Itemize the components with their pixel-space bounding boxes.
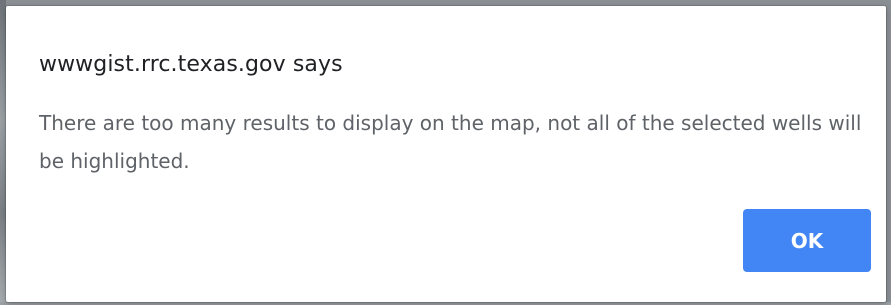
dialog-message: There are too many results to display on… — [39, 111, 862, 173]
page-backdrop: wwwgist.rrc.texas.gov says There are too… — [0, 0, 891, 305]
dialog-title: wwwgist.rrc.texas.gov says — [39, 52, 343, 77]
ok-button[interactable]: OK — [743, 209, 871, 272]
alert-dialog: wwwgist.rrc.texas.gov says There are too… — [6, 6, 886, 302]
